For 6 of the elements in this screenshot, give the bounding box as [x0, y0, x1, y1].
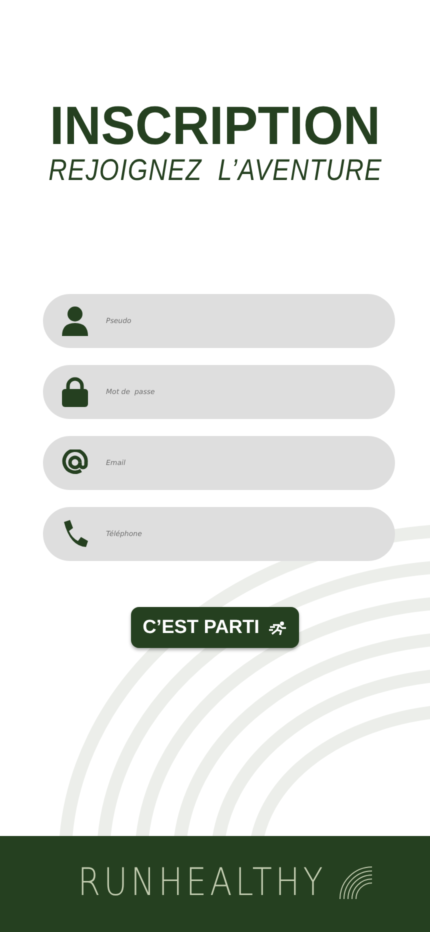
submit-button[interactable]: C’EST PARTI	[130, 607, 300, 648]
page-title: INSCRIPTION	[50, 98, 380, 154]
runner-icon	[269, 620, 288, 634]
brand-logo: RUNHEALTHY	[78, 860, 326, 904]
page-subtitle: REJOIGNEZ L’AVENTURE	[48, 154, 382, 188]
arcs-logo-icon	[338, 865, 374, 899]
